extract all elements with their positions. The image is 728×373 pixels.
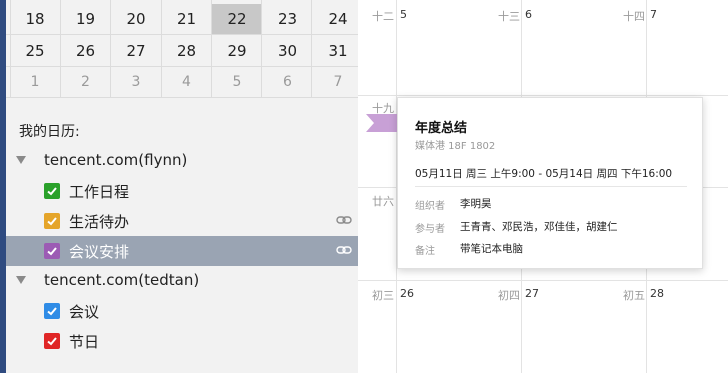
mini-calendar-day[interactable]: 19 bbox=[61, 4, 111, 34]
mini-calendar-day[interactable]: 30 bbox=[263, 36, 313, 66]
day-number[interactable]: 5 bbox=[400, 8, 407, 21]
notes-label: 备注 bbox=[415, 246, 435, 257]
mini-calendar-week: 18 19 20 21 22 23 24 bbox=[6, 4, 358, 34]
mini-calendar-divider bbox=[10, 0, 11, 97]
mini-calendar-day[interactable]: 27 bbox=[111, 36, 161, 66]
calendar-label: 会议安排 bbox=[69, 243, 130, 261]
checkbox-checked-icon[interactable] bbox=[44, 333, 60, 349]
lunar-date: 十四 bbox=[623, 10, 645, 23]
my-calendars-heading: 我的日历: bbox=[19, 124, 80, 140]
event-time: 05月11日 周三 上午9:00 - 05月14日 周四 下午16:00 bbox=[415, 168, 673, 180]
mini-calendar-day[interactable]: 5 bbox=[212, 67, 262, 97]
lunar-date: 初五 bbox=[623, 289, 645, 302]
mini-calendar-divider bbox=[60, 0, 61, 97]
grid-line bbox=[358, 280, 728, 281]
calendar-item-work[interactable]: 工作日程 bbox=[6, 176, 358, 206]
checkbox-checked-icon[interactable] bbox=[44, 303, 60, 319]
checkbox-checked-icon[interactable] bbox=[44, 183, 60, 199]
mini-calendar-day[interactable]: 25 bbox=[10, 36, 60, 66]
day-number[interactable]: 26 bbox=[400, 287, 414, 300]
calendar-label: 生活待办 bbox=[69, 213, 130, 231]
mini-calendar-day[interactable]: 18 bbox=[10, 4, 60, 34]
organizer-value: 李明昊 bbox=[460, 198, 492, 210]
mini-calendar-divider bbox=[261, 0, 262, 97]
mini-calendar-divider bbox=[6, 34, 358, 35]
mini-calendar-day[interactable]: 29 bbox=[212, 36, 262, 66]
attendees-label: 参与者 bbox=[415, 224, 445, 235]
week-lunar-label: 十二 bbox=[372, 10, 394, 23]
event-flag-marker[interactable] bbox=[366, 114, 398, 132]
event-detail-popup[interactable]: 年度总结 媒体港 18F 1802 05月11日 周三 上午9:00 - 05月… bbox=[397, 97, 703, 269]
mini-calendar-divider bbox=[6, 97, 358, 98]
mini-calendar-divider bbox=[311, 0, 312, 97]
day-number[interactable]: 28 bbox=[650, 287, 664, 300]
attendees-value: 王青青、邓民浩，邓佳佳，胡建仁 bbox=[460, 221, 618, 233]
checkbox-checked-icon[interactable] bbox=[44, 213, 60, 229]
day-number[interactable]: 27 bbox=[525, 287, 539, 300]
mini-calendar-day[interactable]: 6 bbox=[263, 67, 313, 97]
calendar-item-meetings[interactable]: 会议安排 bbox=[6, 236, 358, 266]
mini-calendar-day[interactable]: 28 bbox=[162, 36, 212, 66]
mini-calendar-day[interactable]: 3 bbox=[111, 67, 161, 97]
mini-calendar-divider bbox=[110, 0, 111, 97]
account-row-flynn[interactable]: tencent.com(flynn) bbox=[6, 146, 358, 176]
mini-calendar-day[interactable]: 21 bbox=[162, 4, 212, 34]
mini-calendar-day[interactable]: 26 bbox=[61, 36, 111, 66]
mini-calendar-day[interactable]: 31 bbox=[313, 36, 363, 66]
link-icon[interactable] bbox=[336, 244, 352, 256]
mini-calendar-divider bbox=[211, 0, 212, 97]
grid-line bbox=[358, 95, 728, 96]
mini-calendar-day[interactable]: 20 bbox=[111, 4, 161, 34]
account-label: tencent.com(flynn) bbox=[44, 151, 188, 169]
mini-calendar-day[interactable]: 1 bbox=[10, 67, 60, 97]
calendar-label: 工作日程 bbox=[69, 183, 130, 201]
mini-calendar-day[interactable]: 4 bbox=[162, 67, 212, 97]
event-title: 年度总结 bbox=[415, 121, 468, 136]
calendar-item-holiday[interactable]: 节日 bbox=[6, 326, 358, 356]
week-lunar-label: 廿六 bbox=[372, 195, 394, 208]
calendar-label: 节日 bbox=[69, 333, 100, 351]
checkbox-checked-icon[interactable] bbox=[44, 243, 60, 259]
mini-calendar-week: 25 26 27 28 29 30 31 bbox=[6, 36, 358, 66]
account-label: tencent.com(tedtan) bbox=[44, 271, 200, 289]
mini-calendar-day[interactable]: 7 bbox=[313, 67, 363, 97]
mini-calendar-day[interactable]: 23 bbox=[263, 4, 313, 34]
collapse-triangle-icon[interactable] bbox=[16, 156, 26, 164]
collapse-triangle-icon[interactable] bbox=[16, 276, 26, 284]
mini-calendar-day[interactable]: 24 bbox=[313, 4, 363, 34]
calendar-label: 会议 bbox=[69, 303, 100, 321]
lunar-date: 初三 bbox=[372, 289, 394, 302]
link-icon[interactable] bbox=[336, 214, 352, 226]
event-location: 媒体港 18F 1802 bbox=[415, 141, 496, 152]
mini-calendar-day[interactable]: 22 bbox=[212, 4, 262, 34]
notes-value: 带笔记本电脑 bbox=[460, 243, 523, 255]
lunar-date: 十三 bbox=[498, 10, 520, 23]
day-number[interactable]: 6 bbox=[525, 8, 532, 21]
day-number[interactable]: 7 bbox=[650, 8, 657, 21]
popup-divider bbox=[415, 186, 687, 187]
mini-calendar-day[interactable]: 2 bbox=[61, 67, 111, 97]
organizer-label: 组织者 bbox=[415, 201, 445, 212]
account-row-tedtan[interactable]: tencent.com(tedtan) bbox=[6, 266, 358, 296]
calendar-item-meeting[interactable]: 会议 bbox=[6, 296, 358, 326]
lunar-date: 初四 bbox=[498, 289, 520, 302]
mini-calendar-week: 1234567 bbox=[6, 67, 358, 97]
mini-calendar-divider bbox=[161, 0, 162, 97]
calendar-item-life[interactable]: 生活待办 bbox=[6, 206, 358, 236]
